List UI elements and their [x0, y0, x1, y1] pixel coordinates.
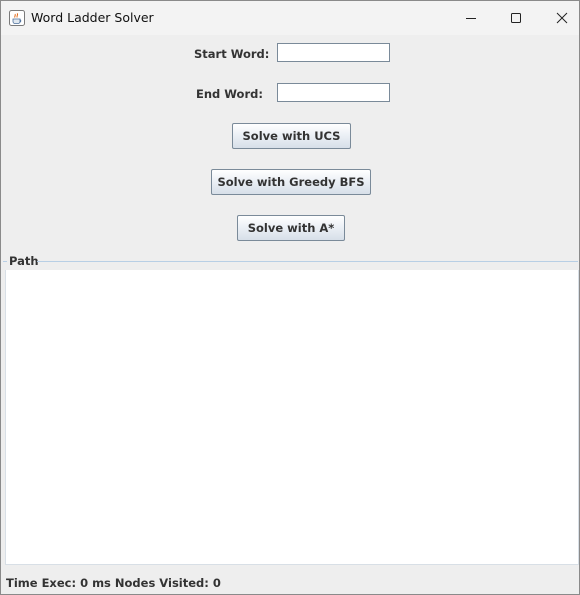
path-border-top — [37, 261, 578, 262]
java-cup-icon — [9, 10, 25, 26]
maximize-icon — [510, 12, 522, 24]
path-legend: Path — [9, 254, 39, 268]
status-text: Time Exec: 0 ms Nodes Visited: 0 — [6, 576, 221, 590]
close-icon — [556, 12, 568, 24]
solve-astar-button[interactable]: Solve with A* — [237, 215, 345, 241]
maximize-button[interactable] — [493, 1, 539, 35]
close-button[interactable] — [539, 1, 579, 35]
start-word-input[interactable] — [277, 43, 390, 62]
path-border-left — [3, 261, 7, 262]
minimize-button[interactable] — [448, 1, 494, 35]
end-word-input[interactable] — [277, 83, 390, 102]
path-output-area[interactable] — [5, 270, 579, 565]
end-word-label: End Word: — [196, 87, 263, 101]
path-group: Path — [2, 253, 579, 567]
solve-ucs-button[interactable]: Solve with UCS — [232, 123, 351, 149]
window-title: Word Ladder Solver — [31, 10, 154, 25]
app-window: Word Ladder Solver Start Word: End Word:… — [0, 0, 580, 595]
start-word-label: Start Word: — [194, 47, 270, 61]
title-bar[interactable]: Word Ladder Solver — [1, 1, 579, 35]
solve-greedy-bfs-button[interactable]: Solve with Greedy BFS — [211, 169, 371, 195]
minimize-icon — [465, 12, 477, 24]
